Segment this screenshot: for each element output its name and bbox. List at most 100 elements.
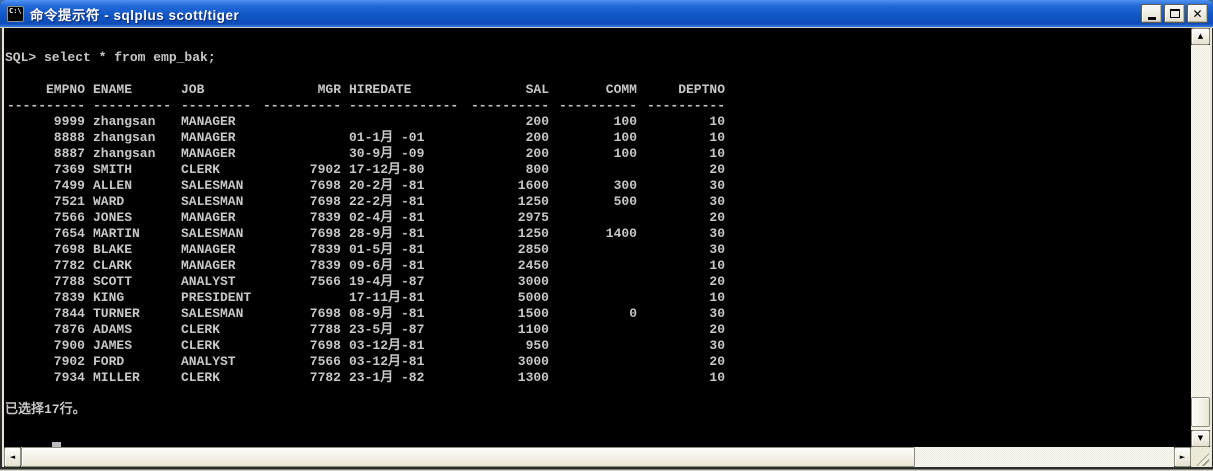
cell-ename: ALLEN bbox=[93, 178, 177, 194]
prompt-line[interactable]: SQL> bbox=[5, 434, 1192, 447]
cell-comm bbox=[557, 242, 637, 258]
cell-mgr: 7698 bbox=[261, 338, 341, 354]
cell-hiredate: HIREDATE bbox=[349, 82, 465, 98]
cell-mgr: 7566 bbox=[261, 354, 341, 370]
cell-sal: 1250 bbox=[469, 226, 549, 242]
cell-sal: 1500 bbox=[469, 306, 549, 322]
maximize-icon bbox=[1170, 9, 1180, 18]
cell-sal: 200 bbox=[469, 146, 549, 162]
cell-ename: TURNER bbox=[93, 306, 177, 322]
horizontal-scroll-track[interactable] bbox=[21, 447, 1174, 467]
cell-hiredate: 08-9月 -81 bbox=[349, 306, 465, 322]
cell-mgr: 7839 bbox=[261, 242, 341, 258]
cell-sal: 5000 bbox=[469, 290, 549, 306]
scroll-right-button[interactable]: ► bbox=[1174, 447, 1191, 467]
cell-hiredate: 30-9月 -09 bbox=[349, 146, 465, 162]
table-row: 7782CLARKMANAGER783909-6月 -81245010 bbox=[5, 258, 1192, 274]
scrollbar-corner bbox=[1191, 447, 1210, 467]
resize-grip-icon[interactable] bbox=[1196, 453, 1209, 466]
window-title: 命令提示符 - sqlplus scott/tiger bbox=[30, 4, 1141, 24]
cell-comm: 500 bbox=[557, 194, 637, 210]
table-row: 9999zhangsanMANAGER20010010 bbox=[5, 114, 1192, 130]
cell-ename: zhangsan bbox=[93, 130, 177, 146]
table-row: 8887zhangsanMANAGER30-9月 -0920010010 bbox=[5, 146, 1192, 162]
cell-sal: 1600 bbox=[469, 178, 549, 194]
cell-comm: COMM bbox=[557, 82, 637, 98]
cell-deptno: 10 bbox=[645, 290, 725, 306]
cell-mgr: 7698 bbox=[261, 178, 341, 194]
cell-mgr bbox=[261, 290, 341, 306]
cell-mgr bbox=[261, 130, 341, 146]
cell-sal: 200 bbox=[469, 130, 549, 146]
cell-job: SALESMAN bbox=[181, 306, 257, 322]
cell-hiredate: 09-6月 -81 bbox=[349, 258, 465, 274]
cell-comm: 0 bbox=[557, 306, 637, 322]
cell-empno: 9999 bbox=[5, 114, 85, 130]
cell-comm bbox=[557, 290, 637, 306]
command-prompt-window: C:\ 命令提示符 - sqlplus scott/tiger ✕ SQL> s… bbox=[0, 0, 1213, 471]
cell-empno: 7499 bbox=[5, 178, 85, 194]
cell-mgr: ---------- bbox=[261, 98, 341, 114]
cell-sal: 2450 bbox=[469, 258, 549, 274]
cell-job: JOB bbox=[181, 82, 257, 98]
cell-ename: zhangsan bbox=[93, 114, 177, 130]
cell-empno: 7698 bbox=[5, 242, 85, 258]
vertical-scroll-thumb[interactable] bbox=[1191, 397, 1210, 427]
cell-deptno: 30 bbox=[645, 242, 725, 258]
cell-mgr: 7839 bbox=[261, 258, 341, 274]
cell-hiredate: 23-1月 -82 bbox=[349, 370, 465, 386]
terminal-screen[interactable]: SQL> select * from emp_bak; EMPNOENAMEJO… bbox=[4, 29, 1192, 447]
cell-sal: 2850 bbox=[469, 242, 549, 258]
cell-mgr: 7839 bbox=[261, 210, 341, 226]
cell-sal: 2975 bbox=[469, 210, 549, 226]
cell-hiredate: 20-2月 -81 bbox=[349, 178, 465, 194]
vertical-scroll-track[interactable] bbox=[1191, 45, 1210, 430]
cell-deptno: 20 bbox=[645, 274, 725, 290]
cell-hiredate: 17-11月-81 bbox=[349, 290, 465, 306]
cell-ename: MILLER bbox=[93, 370, 177, 386]
cell-deptno: 30 bbox=[645, 226, 725, 242]
cell-comm bbox=[557, 274, 637, 290]
cell-ename: JAMES bbox=[93, 338, 177, 354]
titlebar[interactable]: C:\ 命令提示符 - sqlplus scott/tiger ✕ bbox=[0, 0, 1213, 28]
table-row: 8888zhangsanMANAGER01-1月 -0120010010 bbox=[5, 130, 1192, 146]
cell-hiredate: 19-4月 -87 bbox=[349, 274, 465, 290]
cell-empno: 7654 bbox=[5, 226, 85, 242]
cell-comm: 100 bbox=[557, 146, 637, 162]
blank-line bbox=[5, 34, 1192, 50]
scroll-up-button[interactable]: ▲ bbox=[1191, 28, 1210, 45]
horizontal-scroll-thumb[interactable] bbox=[21, 447, 915, 467]
table-row: 7698 BLAKEMANAGER7839 01-5月 -812850 30 bbox=[5, 242, 1192, 258]
close-button[interactable]: ✕ bbox=[1187, 4, 1208, 23]
cell-deptno: 10 bbox=[645, 114, 725, 130]
cell-mgr: 7698 bbox=[261, 226, 341, 242]
cell-deptno: ---------- bbox=[645, 98, 725, 114]
cell-comm bbox=[557, 322, 637, 338]
cell-hiredate: 17-12月-80 bbox=[349, 162, 465, 178]
cell-empno: 7844 bbox=[5, 306, 85, 322]
scroll-down-button[interactable]: ▼ bbox=[1191, 430, 1210, 447]
cell-job: MANAGER bbox=[181, 242, 257, 258]
scroll-left-button[interactable]: ◄ bbox=[4, 447, 21, 467]
command-prompt-icon[interactable]: C:\ bbox=[7, 6, 24, 22]
cell-hiredate: 01-5月 -81 bbox=[349, 242, 465, 258]
cell-empno: 7566 bbox=[5, 210, 85, 226]
cell-sal: 200 bbox=[469, 114, 549, 130]
cell-job: SALESMAN bbox=[181, 178, 257, 194]
cell-job: --------- bbox=[181, 98, 257, 114]
arrow-up-icon: ▲ bbox=[1198, 33, 1203, 40]
cell-comm bbox=[557, 258, 637, 274]
blank-line bbox=[5, 386, 1192, 402]
cell-comm bbox=[557, 354, 637, 370]
cell-hiredate: 03-12月-81 bbox=[349, 338, 465, 354]
cell-sal: 1100 bbox=[469, 322, 549, 338]
maximize-button[interactable] bbox=[1164, 4, 1185, 23]
minimize-button[interactable] bbox=[1141, 4, 1162, 23]
cell-ename: BLAKE bbox=[93, 242, 177, 258]
cell-empno: ---------- bbox=[5, 98, 85, 114]
cell-job: ANALYST bbox=[181, 354, 257, 370]
cell-comm bbox=[557, 338, 637, 354]
table-separator-row: ----------------------------------------… bbox=[5, 98, 1192, 114]
cell-hiredate: 01-1月 -01 bbox=[349, 130, 465, 146]
cell-empno: EMPNO bbox=[5, 82, 85, 98]
